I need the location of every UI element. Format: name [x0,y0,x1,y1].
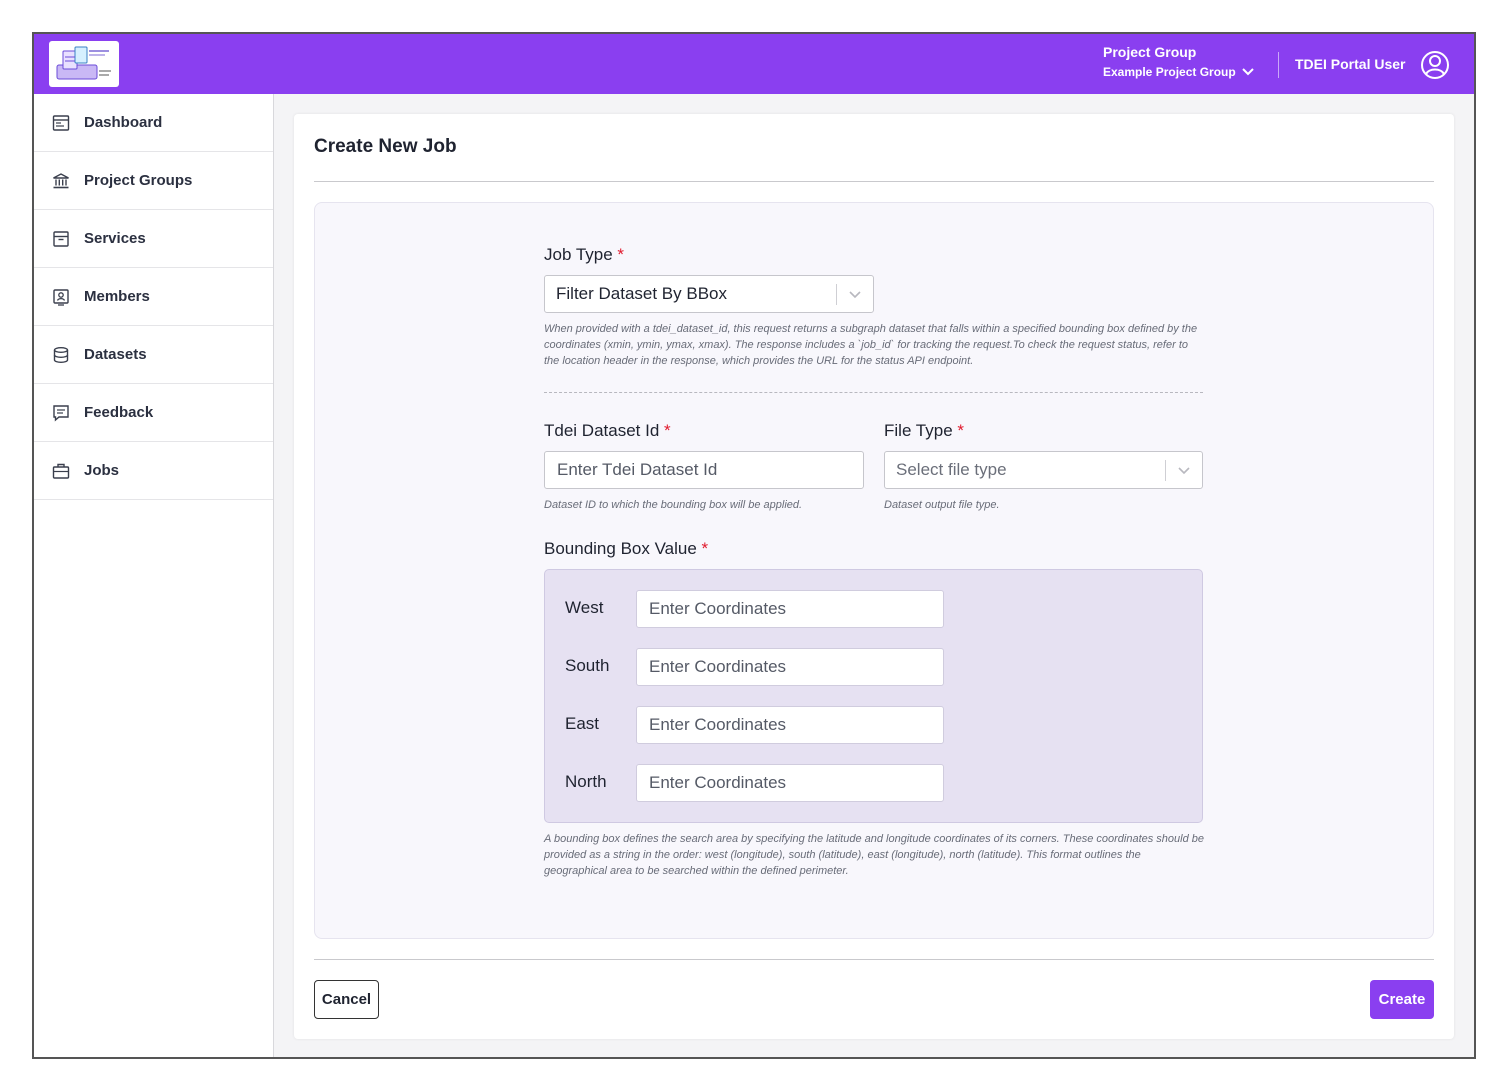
required-mark: * [701,539,709,558]
file-type-select[interactable]: Select file type [884,451,1203,489]
sidebar-item-services[interactable]: Services [34,210,273,268]
job-type-select[interactable]: Filter Dataset By BBox [544,275,874,313]
dataset-id-label-text: Tdei Dataset Id [544,421,660,440]
sidebar-item-label: Feedback [84,404,154,421]
select-separator [836,284,837,305]
north-input[interactable] [636,764,944,802]
job-type-help: When provided with a tdei_dataset_id, th… [544,323,1198,367]
chevron-down-icon [1241,68,1254,76]
feedback-icon [53,404,69,422]
file-type-help: Dataset output file type. [884,499,1000,511]
sidebar-item-label: Dashboard [84,114,163,131]
project-group-value: Example Project Group [1103,65,1236,79]
cancel-button[interactable]: Cancel [314,980,379,1019]
project-group-dropdown[interactable]: Example Project Group [1103,65,1254,79]
dataset-id-input[interactable] [544,451,864,489]
sidebar-item-project-groups[interactable]: Project Groups [34,152,273,210]
app-frame: Project Group Example Project Group TDEI… [32,32,1476,1059]
sidebar-item-label: Datasets [84,346,147,363]
dataset-id-label: Tdei Dataset Id * [544,421,671,441]
bbox-panel: West South East North [544,569,1203,823]
west-label: West [565,598,604,617]
east-label: East [565,714,600,733]
file-type-label-text: File Type [884,421,953,440]
job-type-label: Job Type * [544,245,624,265]
select-separator [1165,460,1166,481]
sidebar-item-members[interactable]: Members [34,268,273,326]
bbox-label-text: Bounding Box Value [544,539,697,558]
form-panel: Job Type * Filter Dataset By BBox When p… [314,202,1434,939]
header-divider [1278,52,1279,78]
database-icon [53,346,69,363]
bbox-label: Bounding Box Value * [544,539,708,559]
project-group-switcher: Project Group Example Project Group [1103,44,1254,79]
sidebar-item-label: Members [84,288,150,305]
title-divider [314,181,1434,182]
bbox-help: A bounding box defines the search area b… [544,833,1205,877]
sidebar: Dashboard Project Groups Services Member… [34,94,274,1057]
required-mark: * [664,421,671,440]
file-type-placeholder: Select file type [896,460,1007,479]
create-button[interactable]: Create [1370,980,1434,1019]
member-badge-icon [53,288,69,306]
dataset-id-help: Dataset ID to which the bounding box wil… [544,499,803,511]
sidebar-item-dashboard[interactable]: Dashboard [34,94,273,152]
footer-divider [314,959,1434,960]
job-type-label-text: Job Type [544,245,613,264]
sidebar-item-label: Services [84,230,146,247]
north-label: North [565,772,607,791]
logo-icon [56,46,111,80]
project-group-label: Project Group [1103,44,1197,60]
sidebar-item-datasets[interactable]: Datasets [34,326,273,384]
required-mark: * [617,245,625,264]
archive-icon [53,230,69,247]
dashboard-icon [52,114,70,131]
section-divider [544,392,1203,393]
briefcase-icon [52,463,70,479]
page-title: Create New Job [314,136,457,157]
west-input[interactable] [636,590,944,628]
chevron-down-icon [1178,467,1190,475]
chevron-down-icon [849,291,861,299]
app-logo[interactable] [49,41,119,87]
sidebar-item-jobs[interactable]: Jobs [34,442,273,500]
sidebar-item-feedback[interactable]: Feedback [34,384,273,442]
south-label: South [565,656,610,675]
user-name[interactable]: TDEI Portal User [1295,56,1405,72]
create-job-card: Create New Job Job Type * Filter Dataset… [294,114,1454,1039]
job-type-value: Filter Dataset By BBox [556,284,728,303]
top-bar: Project Group Example Project Group TDEI… [34,34,1474,94]
sidebar-item-label: Jobs [84,462,120,479]
south-input[interactable] [636,648,944,686]
file-type-label: File Type * [884,421,964,441]
bank-icon [53,172,69,188]
required-mark: * [957,421,965,440]
sidebar-item-label: Project Groups [84,172,193,189]
user-avatar-icon[interactable] [1420,50,1450,80]
east-input[interactable] [636,706,944,744]
